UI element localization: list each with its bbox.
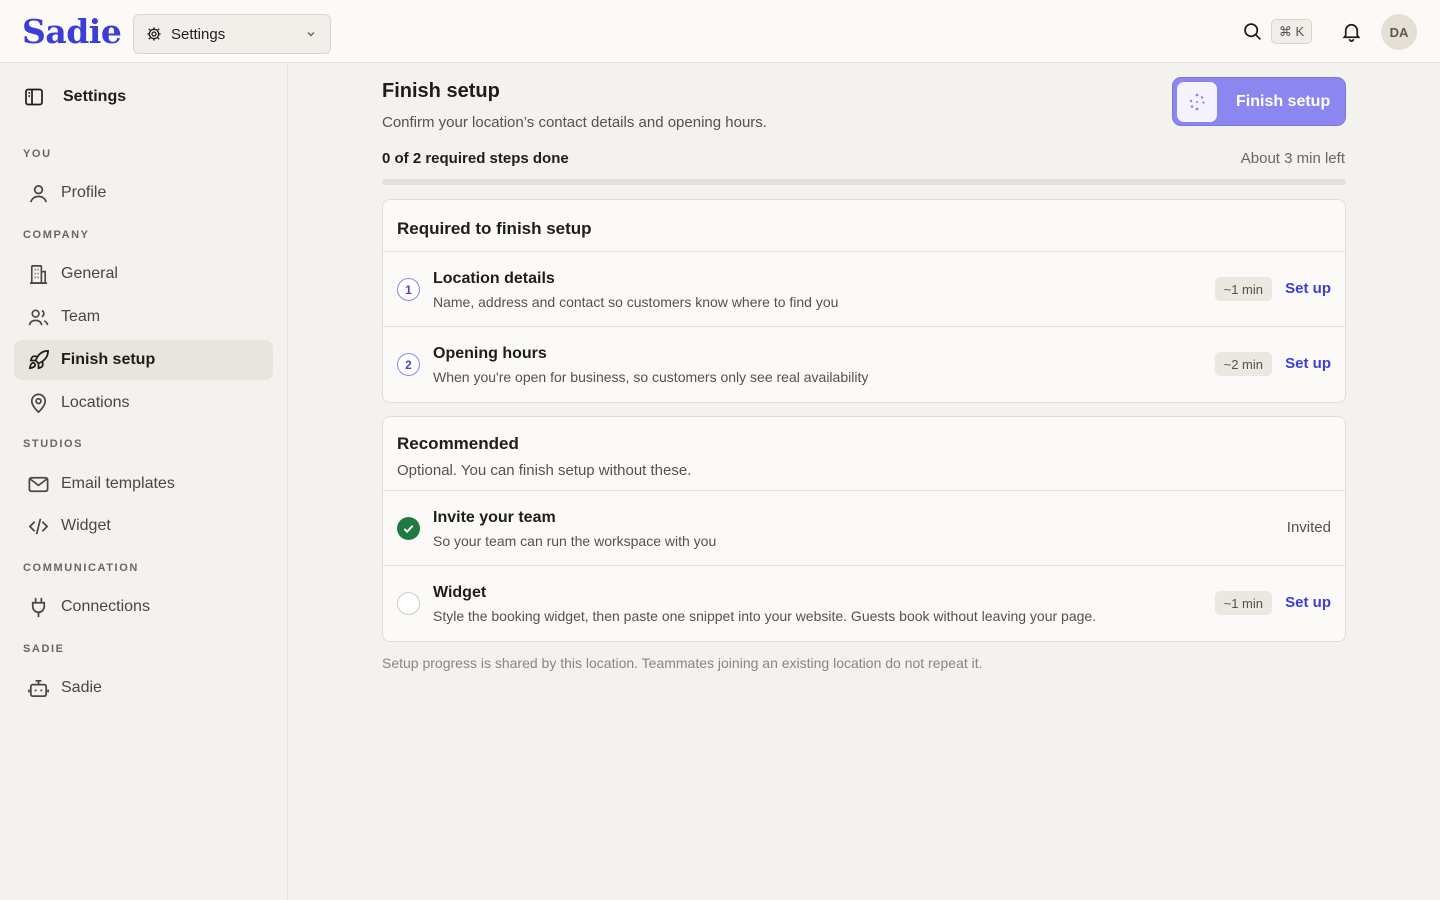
step-title: Widget [433,584,487,601]
rocket-icon [28,349,49,369]
workspace-select-label: Settings [171,25,226,43]
section-communication: COMMUNICATION [23,562,139,574]
step-row-widget: Widget Style the booking widget, then pa… [383,566,1345,641]
step-title: Location details [433,270,555,287]
sidebar-item-label: Sadie [61,679,102,696]
sidebar-header: Settings [24,87,126,107]
step-number: 2 [397,353,420,376]
section-company: COMPANY [23,229,90,241]
step-row-invite-team: Invite your team So your team can run th… [383,491,1345,566]
sidebar-title: Settings [63,88,127,105]
progress-bar [382,179,1346,185]
spinner-icon [1189,93,1205,110]
time-estimate-badge: ~2 min [1214,352,1272,376]
avatar[interactable]: DA [1381,14,1417,50]
sidebar-item-label: Profile [61,184,107,201]
section-sadie: SADIE [23,643,65,655]
footnote: Setup progress is shared by this locatio… [382,655,983,671]
step-description: When you're open for business, so custom… [433,369,869,385]
required-card-header: Required to finish setup [383,200,1345,252]
sidebar-item-label: Locations [61,394,130,411]
page-title: Finish setup [382,80,500,102]
plug-icon [31,597,46,617]
top-bar: Sadie Settings ⌘ K DA [0,0,1440,63]
sidebar-item-label: Finish setup [61,351,156,368]
gear-icon [147,27,161,41]
required-card-title: Required to finish setup [397,219,592,238]
sidebar: Settings YOU Profile COMPANY General Tea… [0,63,288,900]
step-description: Style the booking widget, then paste one… [433,608,1097,624]
sidebar-item-widget[interactable]: Widget [14,506,273,546]
section-studios: STUDIOS [23,438,84,450]
step-title: Opening hours [433,345,547,362]
sidebar-item-label: General [61,265,118,282]
app-logo[interactable]: Sadie [22,12,122,51]
sidebar-item-profile[interactable]: Profile [14,173,273,213]
step-status: Invited [1286,519,1331,536]
chevron-down-icon [307,32,315,37]
recommended-steps-card: Recommended Optional. You can finish set… [382,416,1346,642]
sidebar-item-label: Widget [61,517,111,534]
setup-opening-hours-link[interactable]: Set up [1285,355,1331,372]
finish-setup-button[interactable]: Finish setup [1172,77,1346,126]
check-circle-icon [397,517,420,540]
code-icon [28,518,49,534]
step-description: Name, address and contact so customers k… [433,294,839,310]
empty-circle-icon [397,592,420,615]
required-steps-card: Required to finish setup 1 Location deta… [382,199,1346,403]
sidebar-item-connections[interactable]: Connections [14,587,273,627]
sidebar-item-team[interactable]: Team [14,297,273,337]
search-icon[interactable] [1242,21,1263,42]
step-row-opening-hours: 2 Opening hours When you're open for bus… [383,327,1345,402]
progress-time-left: About 3 min left [1240,150,1345,167]
sidebar-item-sadie[interactable]: Sadie [14,668,273,708]
sidebar-item-finish-setup[interactable]: Finish setup [14,340,273,380]
time-estimate-badge: ~1 min [1214,277,1272,301]
check-icon [403,525,414,534]
loading-icon-box [1177,81,1217,122]
recommended-card-header: Recommended Optional. You can finish set… [383,417,1345,491]
finish-setup-button-label: Finish setup [1236,92,1331,110]
time-estimate-badge: ~1 min [1214,591,1272,615]
sidebar-item-general[interactable]: General [14,254,273,294]
sidebar-item-label: Connections [61,598,150,615]
setup-widget-link[interactable]: Set up [1285,594,1331,611]
sidebar-item-email-templates[interactable]: Email templates [14,464,273,504]
step-row-location-details: 1 Location details Name, address and con… [383,252,1345,327]
step-description: So your team can run the workspace with … [433,533,717,549]
sidebar-item-locations[interactable]: Locations [14,383,273,423]
section-you: YOU [23,148,52,160]
search-shortcut[interactable]: ⌘ K [1271,19,1312,44]
page-subtitle: Confirm your location’s contact details … [382,114,767,131]
progress-label: 0 of 2 required steps done [382,150,569,167]
sidebar-toggle-icon[interactable] [24,87,44,107]
user-icon [29,184,48,202]
step-title: Invite your team [433,509,556,526]
mail-icon [28,476,49,492]
building-icon [29,264,48,284]
workspace-select[interactable]: Settings [133,14,331,54]
sidebar-item-label: Team [61,308,101,325]
map-pin-icon [30,393,47,413]
bot-icon [28,679,49,697]
recommended-card-title: Recommended [397,434,519,453]
recommended-card-description: Optional. You can finish setup without t… [397,462,692,479]
step-number: 1 [397,278,420,301]
sidebar-item-label: Email templates [61,475,175,492]
bell-icon[interactable] [1340,20,1363,43]
setup-location-details-link[interactable]: Set up [1285,280,1331,297]
users-icon [28,308,49,325]
